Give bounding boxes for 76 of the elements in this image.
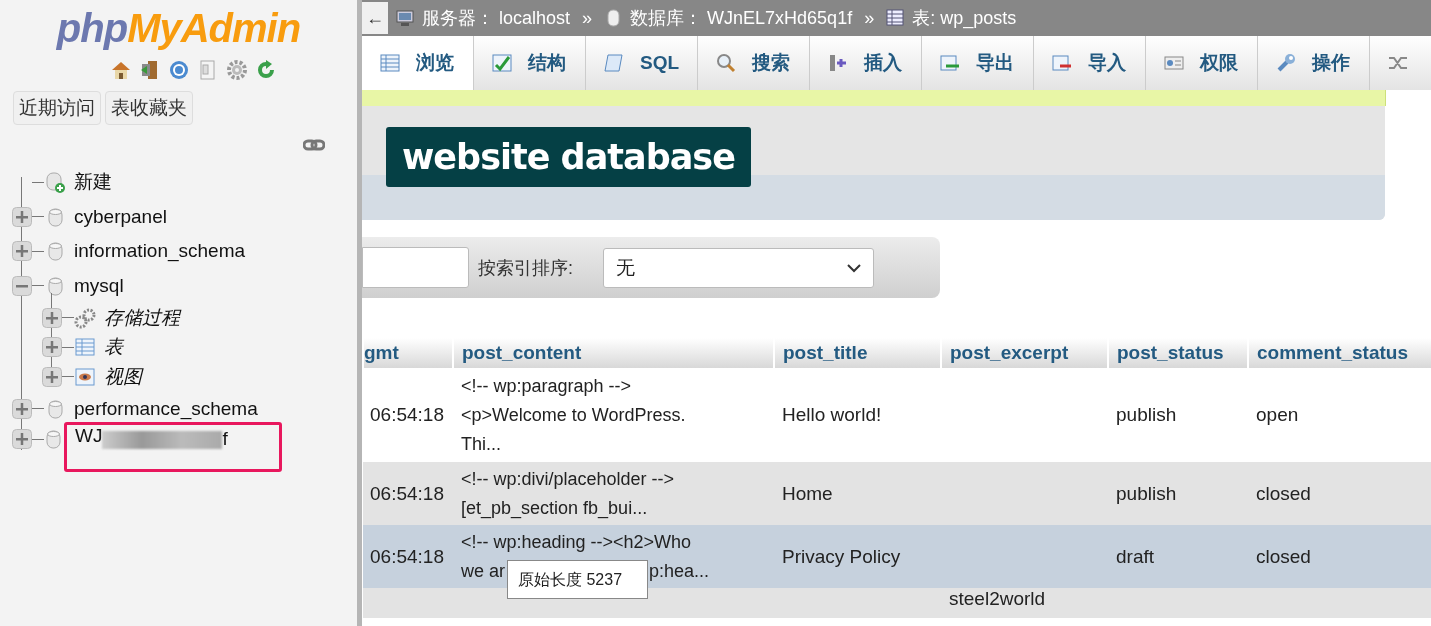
export-icon [940, 53, 960, 73]
id-card-icon [1164, 53, 1184, 73]
tree-item[interactable]: 视图 [104, 363, 142, 390]
expand-icon[interactable] [12, 206, 32, 227]
table-cell-text: we ar [461, 559, 505, 583]
separator-glyph: » [582, 7, 593, 29]
column-header[interactable]: post_title [774, 338, 941, 368]
app-logo[interactable]: phpMyAdmin [0, 0, 357, 51]
expand-icon[interactable] [12, 398, 32, 419]
back-button[interactable]: ← [362, 2, 388, 34]
chevron-down-icon [847, 262, 861, 273]
table-cell-text: <!-- wp:paragraph --> <p>Welcome to WordPress. Thi... [461, 374, 686, 456]
tree-item[interactable]: f [222, 428, 228, 450]
column-header[interactable]: post_status [1108, 338, 1248, 368]
tree-item[interactable]: 表 [104, 334, 123, 361]
tooltip: 原始长度 5237 [507, 559, 648, 599]
tab[interactable]: 浏览 [362, 36, 474, 90]
expand-icon[interactable] [12, 429, 32, 449]
table-cell-text: <!-- wp:divi/placeholder --> [et_pb_section fb_bui... [461, 467, 675, 521]
separator-glyph: » [864, 7, 875, 29]
reload-icon[interactable] [255, 59, 277, 81]
table-cell: publish [1116, 482, 1177, 504]
sort-label: 按索引排序: [478, 256, 573, 280]
table-cell: steel2world [949, 588, 1046, 609]
tree-item[interactable]: WJ [75, 425, 103, 447]
sidebar-button[interactable]: 近期访问 [13, 91, 101, 125]
table-cell: Privacy Policy [782, 545, 901, 567]
breadcrumb-link[interactable]: 表: wp_posts [912, 6, 1017, 30]
breadcrumb-link[interactable]: 数据库： WJnEL7xHd65q1f [630, 6, 853, 30]
sort-select[interactable]: 无 [603, 247, 874, 288]
expand-icon[interactable] [42, 366, 62, 387]
sidebar-button[interactable]: 表收藏夹 [105, 91, 193, 125]
tree-item[interactable]: mysql [74, 274, 124, 297]
table-icon [886, 8, 905, 28]
tree-item[interactable]: performance_schema [74, 397, 258, 420]
table-cell: 06:54:18 [370, 482, 444, 504]
tree-item[interactable]: 存储过程 [104, 304, 180, 331]
server-icon [396, 8, 414, 28]
expand-icon[interactable] [12, 241, 32, 262]
expand-icon[interactable] [42, 337, 62, 358]
table-cell: Home [782, 482, 833, 504]
tree-item[interactable]: cyberpanel [74, 205, 167, 228]
search-icon [716, 53, 736, 73]
table-cell: 06:54:18 [370, 545, 444, 567]
eye-icon [74, 365, 96, 388]
table-icon [74, 336, 96, 359]
column-header[interactable]: comment_status [1248, 338, 1431, 368]
table-cell: open [1256, 404, 1299, 425]
structure-icon [492, 53, 512, 73]
column-header[interactable]: gmt [363, 338, 453, 368]
table-cell: closed [1256, 482, 1311, 504]
column-header[interactable]: post_content [453, 338, 774, 368]
wrench-icon [1276, 53, 1296, 73]
breadcrumb-link[interactable]: 服务器： localhost [422, 6, 571, 30]
table-cell: closed [1256, 545, 1311, 567]
insert-icon [828, 53, 848, 73]
tree-item[interactable]: information_schema [74, 240, 246, 263]
link-icon[interactable] [303, 139, 325, 151]
table-icon [380, 53, 400, 73]
collapse-icon[interactable] [12, 275, 32, 296]
table-cell-text: <!-- wp:heading --><h2>Who [461, 530, 692, 554]
input-field[interactable] [362, 247, 469, 288]
banner-label: website database [386, 127, 751, 187]
gears-icon [74, 306, 96, 329]
tree-item[interactable]: 新建 [74, 169, 112, 196]
import-icon [1052, 53, 1072, 73]
home-icon[interactable] [110, 59, 132, 81]
column-header[interactable]: post_excerpt [941, 338, 1108, 368]
table-cell: 06:54:18 [370, 404, 444, 425]
expand-icon[interactable] [42, 307, 62, 328]
table-cell: Hello world! [782, 404, 882, 425]
new-database-icon [44, 171, 66, 194]
gear-icon[interactable] [226, 59, 248, 81]
table-cell: draft [1116, 545, 1155, 567]
table-cell-text: p:hea... [649, 559, 710, 583]
table-cell: publish [1116, 404, 1177, 425]
